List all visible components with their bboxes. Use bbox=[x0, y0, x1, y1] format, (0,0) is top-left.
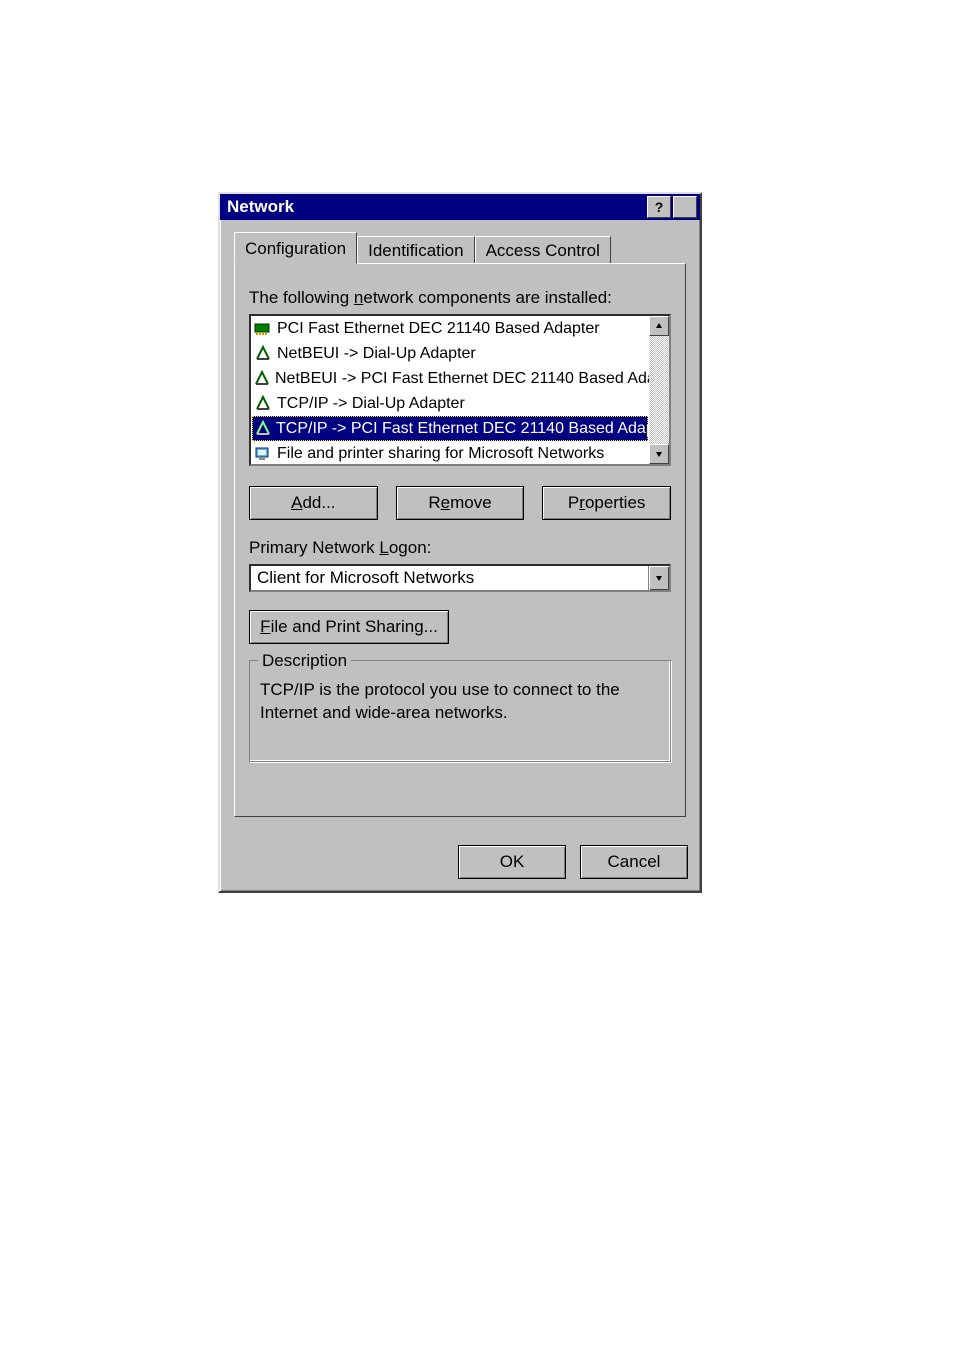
primary-logon-label: Primary Network Logon: bbox=[249, 538, 671, 558]
tab-strip: Configuration Identification Access Cont… bbox=[234, 232, 686, 264]
cancel-button[interactable]: Cancel bbox=[580, 845, 688, 879]
description-group: Description TCP/IP is the protocol you u… bbox=[249, 660, 671, 762]
dialog-footer: OK Cancel bbox=[220, 831, 700, 891]
help-button[interactable]: ? bbox=[647, 196, 671, 218]
add-button[interactable]: Add... bbox=[249, 486, 378, 520]
ok-button[interactable]: OK bbox=[458, 845, 566, 879]
listbox-items: PCI Fast Ethernet DEC 21140 Based Adapte… bbox=[251, 316, 649, 464]
remove-button[interactable]: Remove bbox=[396, 486, 525, 520]
help-icon: ? bbox=[655, 199, 664, 215]
list-item-label: PCI Fast Ethernet DEC 21140 Based Adapte… bbox=[277, 320, 600, 338]
dropdown-value: Client for Microsoft Networks bbox=[251, 568, 648, 588]
list-item-label: File and printer sharing for Microsoft N… bbox=[277, 445, 604, 463]
list-item[interactable]: NetBEUI -> Dial-Up Adapter bbox=[251, 341, 649, 366]
button-label: Properties bbox=[568, 493, 646, 513]
list-item[interactable]: PCI Fast Ethernet DEC 21140 Based Adapte… bbox=[251, 316, 649, 341]
list-item[interactable]: NetBEUI -> PCI Fast Ethernet DEC 21140 B… bbox=[251, 366, 649, 391]
description-text: TCP/IP is the protocol you use to connec… bbox=[260, 679, 660, 725]
window-title: Network bbox=[223, 197, 645, 217]
button-label: Cancel bbox=[608, 852, 661, 872]
scroll-up-button[interactable] bbox=[649, 316, 669, 336]
protocol-icon bbox=[253, 394, 273, 414]
button-label: File and Print Sharing... bbox=[260, 617, 438, 637]
tab-configuration[interactable]: Configuration bbox=[234, 232, 357, 264]
list-item-label: NetBEUI -> PCI Fast Ethernet DEC 21140 B… bbox=[275, 370, 671, 388]
tab-label: Identification bbox=[368, 241, 463, 260]
dialog-body: Configuration Identification Access Cont… bbox=[220, 220, 700, 831]
tab-access-control[interactable]: Access Control bbox=[475, 236, 611, 265]
list-item[interactable]: TCP/IP -> PCI Fast Ethernet DEC 21140 Ba… bbox=[252, 416, 648, 441]
primary-logon-dropdown[interactable]: Client for Microsoft Networks bbox=[249, 564, 671, 592]
listbox-scrollbar[interactable] bbox=[649, 316, 669, 464]
service-icon bbox=[253, 444, 273, 464]
list-item[interactable]: TCP/IP -> Dial-Up Adapter bbox=[251, 391, 649, 416]
tab-identification[interactable]: Identification bbox=[357, 236, 474, 265]
scroll-down-button[interactable] bbox=[649, 444, 669, 464]
protocol-icon bbox=[253, 369, 271, 389]
installed-components-label: The following network components are ins… bbox=[249, 288, 671, 308]
list-item-label: NetBEUI -> Dial-Up Adapter bbox=[277, 345, 476, 363]
close-button[interactable] bbox=[673, 196, 697, 218]
protocol-icon bbox=[253, 344, 273, 364]
protocol-icon bbox=[254, 419, 272, 439]
properties-button[interactable]: Properties bbox=[542, 486, 671, 520]
components-listbox[interactable]: PCI Fast Ethernet DEC 21140 Based Adapte… bbox=[249, 314, 671, 466]
list-item-label: TCP/IP -> Dial-Up Adapter bbox=[277, 395, 465, 413]
file-print-sharing-button[interactable]: File and Print Sharing... bbox=[249, 610, 449, 644]
list-item[interactable]: File and printer sharing for Microsoft N… bbox=[251, 441, 649, 466]
network-dialog: Network ? Configuration Identification A… bbox=[218, 192, 702, 893]
button-label: OK bbox=[500, 852, 525, 872]
chevron-up-icon bbox=[655, 322, 663, 330]
component-button-row: Add... Remove Properties bbox=[249, 486, 671, 520]
title-bar: Network ? bbox=[220, 194, 700, 220]
adapter-icon bbox=[253, 319, 273, 339]
tab-page-configuration: The following network components are ins… bbox=[234, 263, 686, 817]
button-label: Add... bbox=[291, 493, 335, 513]
tab-label: Configuration bbox=[245, 239, 346, 258]
chevron-down-icon bbox=[655, 450, 663, 458]
chevron-down-icon bbox=[655, 574, 663, 582]
list-item-label: TCP/IP -> PCI Fast Ethernet DEC 21140 Ba… bbox=[276, 420, 671, 438]
fps-row: File and Print Sharing... bbox=[249, 610, 671, 644]
tab-label: Access Control bbox=[486, 241, 600, 260]
dropdown-button[interactable] bbox=[648, 566, 669, 590]
group-legend: Description bbox=[258, 651, 351, 671]
button-label: Remove bbox=[428, 493, 491, 513]
